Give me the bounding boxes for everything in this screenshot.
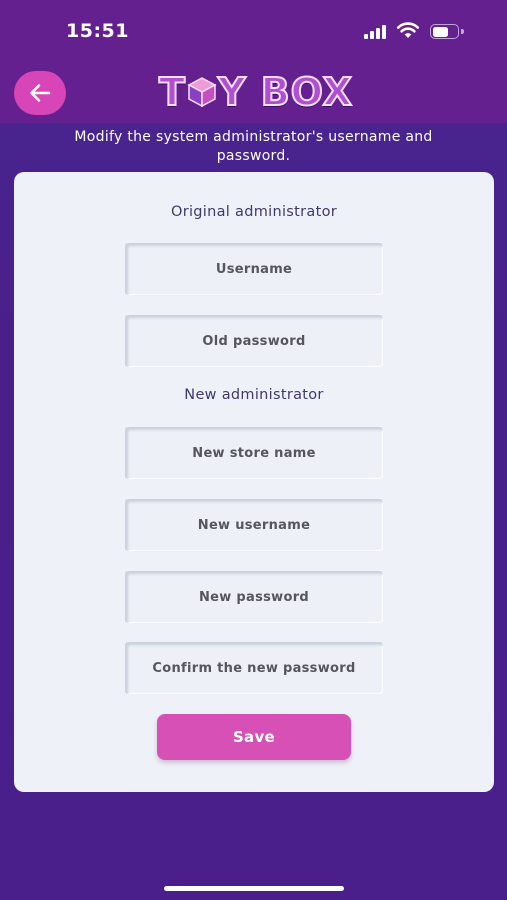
home-indicator[interactable]: [164, 886, 344, 891]
admin-form-card: Original administrator Username Old pass…: [14, 172, 494, 792]
page-subtitle: Modify the system administrator's userna…: [74, 129, 433, 164]
username-input[interactable]: Username: [125, 243, 383, 295]
cube-logo-icon: [187, 77, 217, 108]
logo-text-right: Y BOX: [217, 69, 353, 115]
new-admin-title: New administrator: [184, 387, 324, 403]
new-password-input[interactable]: New password: [125, 571, 383, 623]
confirm-password-input[interactable]: Confirm the new password: [125, 642, 383, 694]
save-button[interactable]: Save: [157, 714, 351, 760]
old-password-input[interactable]: Old password: [125, 315, 383, 367]
cellular-signal-icon: [364, 23, 390, 39]
new-store-name-input[interactable]: New store name: [125, 427, 383, 479]
new-username-input[interactable]: New username: [125, 499, 383, 551]
arrow-left-icon: [30, 84, 51, 102]
toybox-logo: T Y BOX: [146, 69, 366, 115]
original-admin-title: Original administrator: [170, 204, 337, 220]
status-bar: 15:51: [0, 0, 507, 60]
battery-icon: [430, 24, 464, 39]
app-header: 15:51 T Y BOX: [0, 0, 507, 123]
logo-text-left: T: [158, 69, 186, 115]
back-button[interactable]: [14, 71, 66, 115]
status-time: 15:51: [66, 20, 129, 42]
wifi-icon: [396, 22, 420, 38]
